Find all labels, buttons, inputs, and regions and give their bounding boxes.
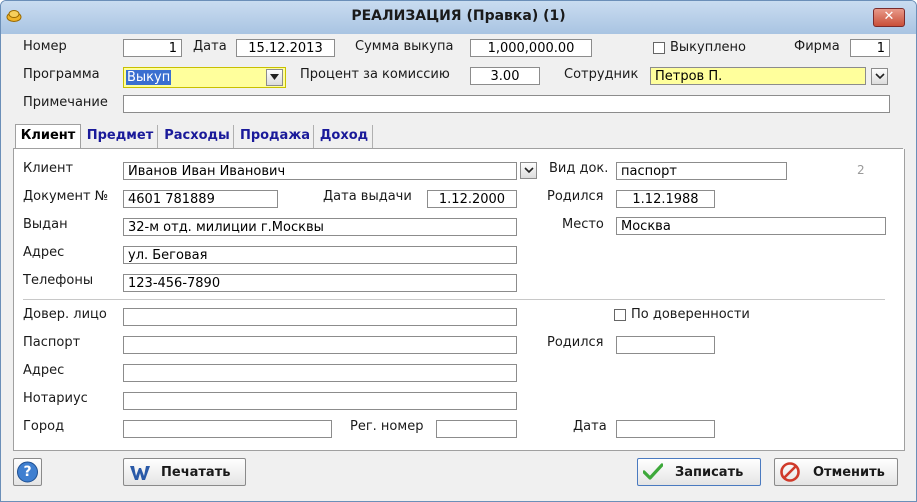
primechanie-label: Примечание bbox=[23, 95, 108, 110]
programma-label: Программа bbox=[23, 67, 100, 82]
vid-dok-field[interactable]: паспорт bbox=[616, 162, 787, 180]
klient-dropdown-button[interactable] bbox=[520, 162, 537, 179]
po-doverennosti-checkbox[interactable] bbox=[614, 309, 626, 321]
tab-raskhody[interactable]: Расходы bbox=[161, 125, 234, 148]
firma-label: Фирма bbox=[794, 39, 840, 54]
close-button[interactable]: ✕ bbox=[873, 8, 905, 27]
telefony-field[interactable]: 123-456-7890 bbox=[123, 274, 517, 292]
nomer-label: Номер bbox=[23, 39, 67, 54]
sotrudnik-dropdown-button[interactable] bbox=[871, 68, 888, 85]
proxy-adres-label: Адрес bbox=[23, 363, 65, 378]
primechanie-field[interactable] bbox=[123, 95, 890, 113]
adres-label: Адрес bbox=[23, 245, 65, 260]
telefony-label: Телефоны bbox=[23, 273, 94, 288]
nomer-field[interactable]: 1 bbox=[123, 39, 182, 57]
vydan-field[interactable]: 32-м отд. милиции г.Москвы bbox=[123, 218, 517, 236]
mesto-label: Место bbox=[562, 217, 604, 232]
dokument-label: Документ № bbox=[23, 189, 109, 204]
gorod-label: Город bbox=[23, 419, 65, 434]
record-counter: 2 bbox=[857, 163, 865, 177]
tab-prodazha[interactable]: Продажа bbox=[237, 125, 314, 148]
data-vydachi-label: Дата выдачи bbox=[323, 189, 412, 204]
mesto-field[interactable]: Москва bbox=[616, 217, 886, 235]
tab-klient[interactable]: Клиент bbox=[15, 124, 81, 150]
proxy-rodilsya-label: Родился bbox=[547, 335, 604, 350]
data-vydachi-field[interactable]: 1.12.2000 bbox=[427, 190, 517, 208]
cancel-label: Отменить bbox=[813, 465, 885, 480]
vid-dok-label: Вид док. bbox=[549, 161, 609, 176]
reg-nomer-field[interactable] bbox=[436, 420, 517, 438]
pasport-label: Паспорт bbox=[23, 335, 81, 350]
programma-combo[interactable]: Выкуп bbox=[123, 67, 286, 88]
po-doverennosti-label: По доверенности bbox=[631, 307, 750, 322]
dokument-field[interactable]: 4601 781889 bbox=[123, 190, 278, 208]
proxy-data-label: Дата bbox=[573, 419, 607, 434]
section-divider bbox=[23, 299, 885, 300]
proxy-data-field[interactable] bbox=[616, 420, 715, 438]
tab-predmet[interactable]: Предмет bbox=[83, 125, 158, 148]
realization-window: РЕАЛИЗАЦИЯ (Правка) (1) ✕ Номер 1 Дата 1… bbox=[0, 0, 917, 502]
sotrudnik-field[interactable]: Петров П. bbox=[650, 67, 866, 85]
help-label: ? bbox=[23, 464, 32, 480]
firma-field[interactable]: 1 bbox=[850, 39, 890, 57]
tab-dokhod[interactable]: Доход bbox=[316, 125, 373, 148]
programma-dropdown-button[interactable] bbox=[266, 69, 283, 86]
vykupleno-label: Выкуплено bbox=[670, 40, 746, 55]
chevron-down-icon bbox=[875, 73, 885, 80]
print-button[interactable]: Печатать bbox=[123, 458, 246, 486]
summa-field[interactable]: 1,000,000.00 bbox=[470, 39, 592, 57]
print-label: Печатать bbox=[161, 465, 231, 480]
cancel-icon bbox=[780, 462, 800, 482]
dover-field[interactable] bbox=[123, 308, 517, 326]
notarius-label: Нотариус bbox=[23, 391, 88, 406]
dover-label: Довер. лицо bbox=[23, 307, 107, 322]
cancel-button[interactable]: Отменить bbox=[774, 458, 898, 486]
programma-value: Выкуп bbox=[126, 70, 172, 85]
klient-label: Клиент bbox=[23, 161, 74, 176]
word-icon bbox=[130, 466, 150, 480]
klient-field[interactable]: Иванов Иван Иванович bbox=[123, 162, 517, 180]
save-label: Записать bbox=[675, 465, 744, 480]
summa-label: Сумма выкупа bbox=[355, 39, 454, 54]
chevron-down-icon bbox=[524, 167, 534, 174]
vykupleno-checkbox[interactable] bbox=[653, 42, 665, 54]
pasport-field[interactable] bbox=[123, 336, 517, 354]
rodilsya-label: Родился bbox=[547, 189, 604, 204]
sotrudnik-label: Сотрудник bbox=[564, 67, 639, 82]
procent-label: Процент за комиссию bbox=[300, 67, 450, 82]
proxy-rodilsya-field[interactable] bbox=[616, 336, 715, 354]
checkmark-icon bbox=[643, 463, 663, 480]
adres-field[interactable]: ул. Беговая bbox=[123, 246, 517, 264]
proxy-adres-field[interactable] bbox=[123, 364, 517, 382]
help-button[interactable]: ? bbox=[13, 458, 42, 486]
vydan-label: Выдан bbox=[23, 217, 68, 232]
reg-nomer-label: Рег. номер bbox=[350, 419, 424, 434]
procent-field[interactable]: 3.00 bbox=[470, 67, 540, 85]
data-label: Дата bbox=[193, 39, 227, 54]
chevron-down-icon bbox=[270, 74, 279, 80]
rodilsya-field[interactable]: 1.12.1988 bbox=[616, 190, 715, 208]
data-field[interactable]: 15.12.2013 bbox=[236, 39, 335, 57]
gorod-field[interactable] bbox=[123, 420, 332, 438]
notarius-field[interactable] bbox=[123, 392, 517, 410]
save-button[interactable]: Записать bbox=[637, 458, 761, 486]
title-bar[interactable]: РЕАЛИЗАЦИЯ (Правка) (1) ✕ bbox=[1, 1, 916, 34]
window-title: РЕАЛИЗАЦИЯ (Правка) (1) bbox=[351, 8, 566, 24]
